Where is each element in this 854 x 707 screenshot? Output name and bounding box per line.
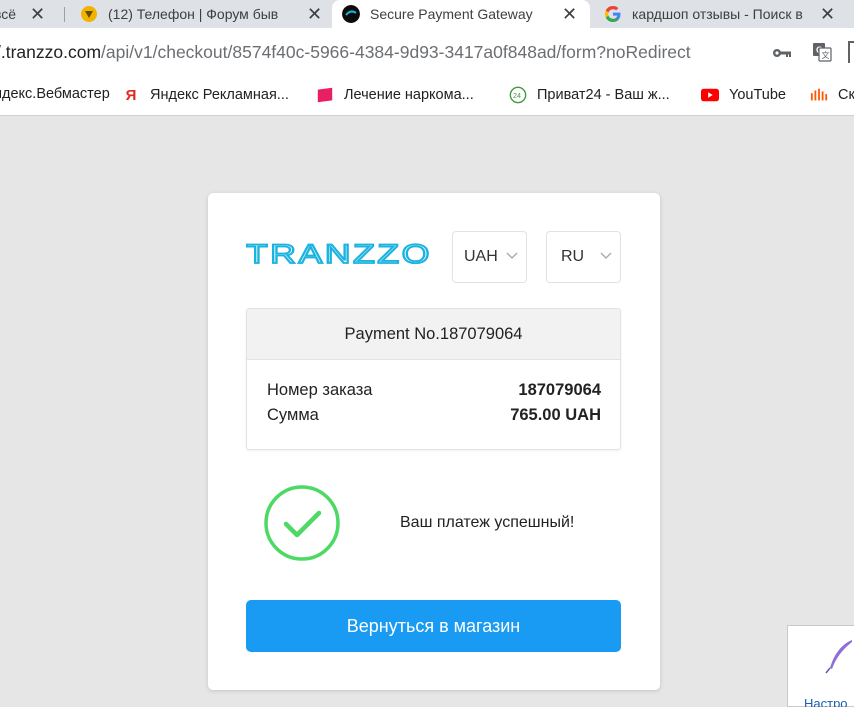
close-icon[interactable]: ✕ — [820, 4, 835, 25]
order-value: 187079064 — [518, 381, 601, 399]
bookmark-label: Приват24 - Ваш ж... — [537, 87, 670, 103]
key-icon[interactable] — [772, 46, 792, 60]
tranzzo-logo: TRANZZO — [245, 238, 434, 270]
checkout-card: TRANZZO UAH RU Payment No.187079064 Номе… — [208, 193, 660, 690]
bookmark-item[interactable]: Лечение наркома... — [316, 86, 474, 104]
close-icon[interactable]: ✕ — [307, 4, 322, 25]
bookmark-item[interactable]: 24 Приват24 - Ваш ж... — [509, 86, 670, 104]
svg-text:文: 文 — [822, 50, 830, 60]
tab-title: кардшоп отзывы - Поиск в — [632, 6, 803, 22]
forum-favicon-icon — [81, 6, 97, 22]
privat24-icon: 24 — [509, 86, 527, 104]
chevron-down-icon — [506, 252, 518, 259]
language-value: RU — [561, 248, 585, 265]
language-select[interactable]: RU — [546, 231, 621, 283]
corner-notification-widget[interactable]: Настро — [787, 625, 854, 707]
url-host: /.tranzzo.com — [0, 42, 102, 62]
browser-tab-strip: всё ✕ (12) Телефон | Форум быв ✕ Secure … — [0, 0, 854, 28]
bookmark-item[interactable]: YouTube — [701, 86, 786, 104]
translate-icon[interactable]: G 文 — [812, 42, 832, 62]
pink-site-icon — [316, 86, 334, 104]
tab-title: всё — [0, 6, 17, 22]
youtube-icon — [701, 86, 719, 104]
bookmark-item[interactable]: ндекс.Вебмастер — [0, 86, 110, 102]
settings-link[interactable]: Настро — [804, 696, 848, 707]
order-row: Номер заказа 187079064 — [267, 381, 601, 400]
bookmark-item[interactable]: Я Яндекс Рекламная... — [122, 86, 289, 104]
browser-tab[interactable]: (12) Телефон | Форум быв ✕ — [80, 0, 326, 28]
return-to-shop-button[interactable]: Вернуться в магазин — [246, 600, 621, 652]
soundcloud-icon — [810, 86, 828, 104]
bookmark-label: ндекс.Вебмастер — [0, 86, 110, 102]
bookmarks-bar: ндекс.Вебмастер Я Яндекс Рекламная... Ле… — [0, 78, 854, 116]
bookmark-label: Яндекс Рекламная... — [150, 87, 289, 103]
browser-tab[interactable]: кардшоп отзывы - Поиск в ✕ — [604, 0, 854, 28]
url-path: /api/v1/checkout/8574f40c-5966-4384-9d93… — [101, 42, 691, 62]
bookmark-label: YouTube — [729, 87, 786, 103]
tranzzo-favicon-icon — [342, 5, 360, 23]
payment-status-text: Ваш платеж успешный! — [400, 514, 575, 531]
bookmark-item[interactable]: Ск — [810, 86, 854, 104]
bookmark-label: Лечение наркома... — [344, 87, 474, 103]
success-check-icon — [264, 485, 340, 561]
amount-row: Сумма 765.00 UAH — [267, 406, 601, 425]
star-bookmark-icon[interactable] — [848, 41, 854, 63]
tranzzo-logo-icon: TRANZZO — [245, 238, 432, 270]
browser-tab-active[interactable]: Secure Payment Gateway ✕ — [332, 0, 590, 28]
close-icon[interactable]: ✕ — [562, 4, 577, 25]
tab-title: (12) Телефон | Форум быв — [108, 6, 279, 22]
address-bar[interactable]: /.tranzzo.com/api/v1/checkout/8574f40c-5… — [0, 42, 691, 63]
yandex-icon: Я — [125, 86, 137, 104]
currency-value: UAH — [464, 248, 498, 265]
chevron-down-icon — [600, 252, 612, 259]
tab-separator — [64, 7, 65, 22]
feather-icon — [825, 640, 852, 674]
currency-select[interactable]: UAH — [452, 231, 527, 283]
close-icon[interactable]: ✕ — [30, 4, 45, 25]
payment-title: Payment No.187079064 — [247, 309, 620, 360]
payment-details: Payment No.187079064 Номер заказа 187079… — [246, 308, 621, 450]
bookmark-label: Ск — [838, 87, 854, 103]
amount-label: Сумма — [267, 406, 319, 424]
browser-toolbar: /.tranzzo.com/api/v1/checkout/8574f40c-5… — [0, 28, 854, 78]
svg-text:24: 24 — [513, 91, 521, 100]
google-favicon-icon — [605, 6, 621, 22]
tab-title: Secure Payment Gateway — [370, 6, 533, 22]
logo-text: TRANZZO — [246, 243, 432, 265]
browser-tab[interactable]: всё ✕ — [0, 0, 54, 28]
amount-value: 765.00 UAH — [510, 406, 601, 424]
order-label: Номер заказа — [267, 381, 373, 399]
